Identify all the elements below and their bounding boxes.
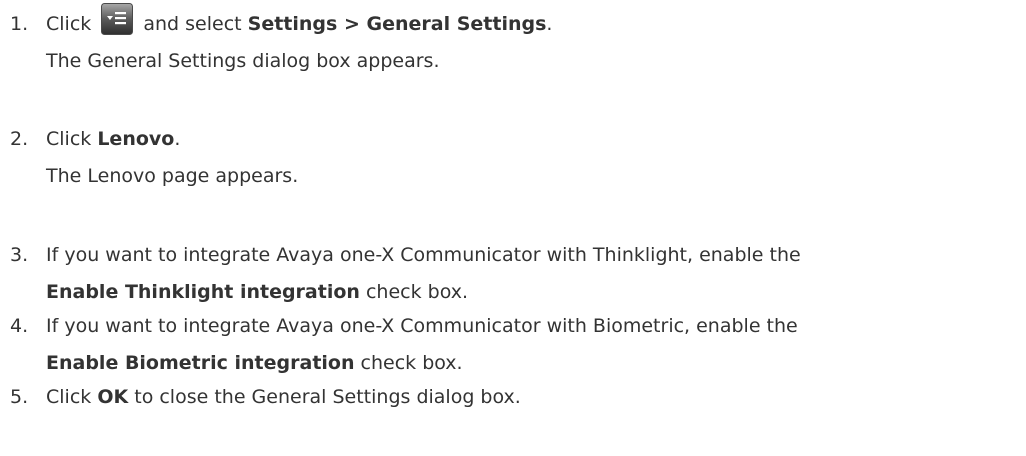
step-text-line: The General Settings dialog box appears. [46, 44, 439, 78]
step-text: Click [46, 386, 98, 408]
ui-term: OK [97, 386, 129, 408]
step-text-line: Click Lenovo. [46, 122, 180, 156]
step-text-line: The Lenovo page appears. [46, 159, 298, 193]
step-text-line: Enable Thinklight integration check box. [46, 275, 468, 309]
step-number: 5. [10, 386, 29, 408]
instruction-steps: 1. Click and select Settings > General Se… [0, 0, 1026, 456]
step-text-line: Enable Biometric integration check box. [46, 346, 463, 380]
step-text-line: If you want to integrate Avaya one-X Com… [46, 309, 798, 343]
step-number: 2. [10, 128, 29, 150]
step-text: The Lenovo page appears. [46, 165, 299, 187]
step-text: The General Settings dialog box appears. [46, 50, 440, 72]
step-text: . [546, 13, 553, 35]
ui-term: Settings > General Settings [247, 13, 547, 35]
step-text-line: Click and select Settings > General Sett… [46, 2, 553, 41]
step-text-line: Click OK to close the General Settings d… [46, 380, 521, 414]
step-text: check box. [354, 352, 463, 374]
ui-term: Enable Biometric integration [46, 352, 355, 374]
step-text: Click [46, 13, 98, 35]
step-number: 1. [10, 13, 29, 35]
step-text: and select [137, 13, 248, 35]
step-text: Click [46, 128, 98, 150]
step-text: check box. [359, 281, 469, 303]
step-text: . [174, 128, 181, 150]
step-text: If you want to integrate Avaya one-X Com… [46, 315, 798, 337]
step-number: 3. [10, 244, 29, 266]
step-text-line: If you want to integrate Avaya one-X Com… [46, 238, 801, 272]
step-text: to close the General Settings dialog box… [128, 386, 521, 408]
ui-term: Lenovo [97, 128, 175, 150]
step-text: If you want to integrate Avaya one-X Com… [46, 244, 801, 266]
step-number: 4. [10, 315, 29, 337]
menu-icon [101, 2, 134, 35]
ui-term: Enable Thinklight integration [46, 281, 360, 303]
